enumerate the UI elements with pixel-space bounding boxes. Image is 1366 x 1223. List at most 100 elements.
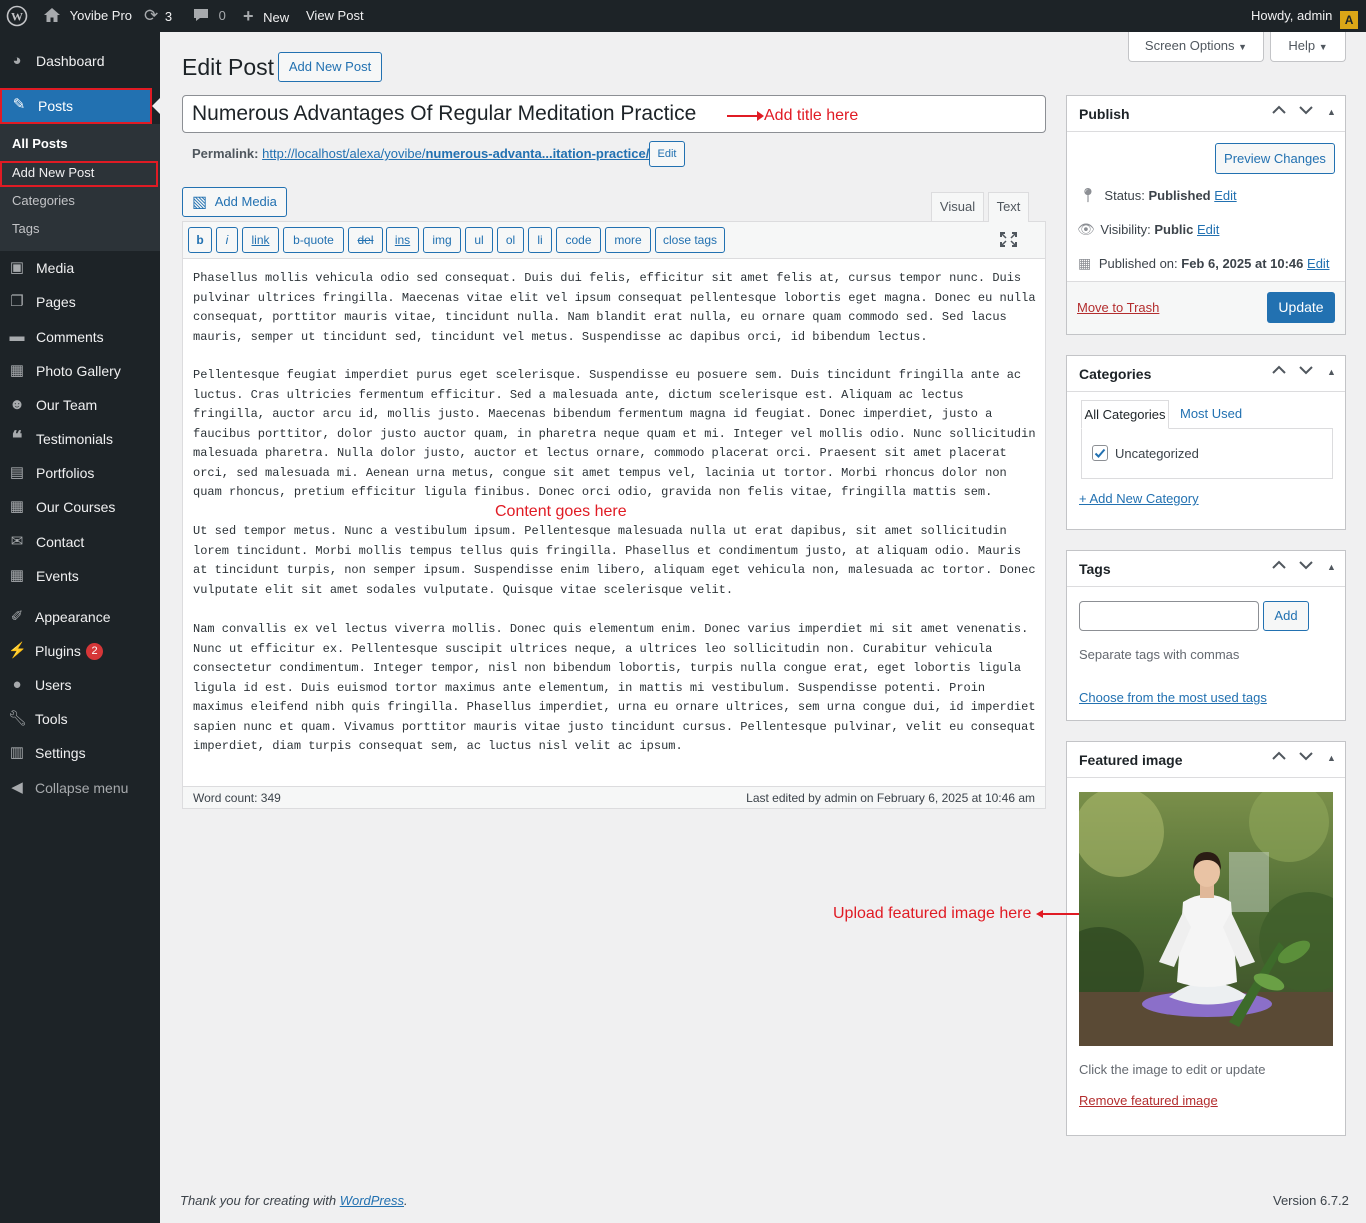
updates-link[interactable]: ⟳ 3 (144, 0, 172, 32)
wordpress-logo-icon[interactable]: W (6, 0, 28, 32)
menu-contact[interactable]: ✉ Contact (0, 525, 160, 559)
menu-portfolios[interactable]: ▤ Portfolios (0, 456, 160, 490)
menu-portfolios-label: Portfolios (36, 465, 95, 481)
quicktag-bold-button[interactable]: b (188, 227, 212, 253)
content-paragraph[interactable]: Nam convallis ex vel lectus viverra moll… (193, 620, 1038, 757)
chevron-down-icon[interactable] (1299, 751, 1313, 764)
team-icon: ☻ (9, 396, 25, 413)
quicktag-more-button[interactable]: more (605, 227, 651, 253)
menu-plugins[interactable]: ⚡ Plugins 2 (0, 634, 160, 668)
submenu-categories[interactable]: Categories (12, 193, 75, 208)
menu-pages[interactable]: ❐ Pages (0, 285, 160, 319)
post-title-input[interactable]: Numerous Advantages Of Regular Meditatio… (182, 95, 1046, 133)
site-name-link[interactable]: Yovibe Pro (44, 0, 132, 32)
published-edit-link[interactable]: Edit (1307, 256, 1329, 271)
tab-all-categories[interactable]: All Categories (1081, 400, 1169, 429)
permalink-slug: numerous-advanta...itation-practice/ (425, 146, 650, 161)
view-post-link[interactable]: View Post (306, 0, 364, 32)
chevron-up-icon[interactable] (1272, 105, 1286, 118)
howdy-user-link[interactable]: Howdy, admin A (1251, 0, 1359, 32)
chevron-up-icon[interactable] (1272, 560, 1286, 573)
menu-testimonials[interactable]: ❝ Testimonials (0, 422, 160, 456)
menu-media[interactable]: ▣ Media (0, 251, 160, 285)
status-row: 📍︎ Status: Published Edit (1079, 187, 1237, 204)
content-paragraph[interactable]: Pellentesque feugiat imperdiet purus ege… (193, 366, 1038, 503)
submenu-add-new-post[interactable]: Add New Post (12, 165, 94, 180)
quicktag-img-button[interactable]: img (423, 227, 461, 253)
submenu-all-posts[interactable]: All Posts (12, 136, 68, 151)
quicktag-link-button[interactable]: link (242, 227, 279, 253)
chevron-up-icon[interactable] (1272, 751, 1286, 764)
tab-text[interactable]: Text (988, 192, 1029, 222)
add-new-category-link[interactable]: + Add New Category (1079, 491, 1199, 506)
tab-visual[interactable]: Visual (931, 192, 984, 221)
add-new-post-button[interactable]: Add New Post (278, 52, 382, 82)
collapse-arrow-icon: ◀ (11, 779, 23, 796)
submenu-tags[interactable]: Tags (12, 221, 39, 236)
quicktag-del-button[interactable]: del (348, 227, 383, 253)
wordpress-link[interactable]: WordPress (340, 1193, 404, 1208)
published-label: Published on: (1098, 256, 1178, 271)
help-button[interactable]: Help ▼ (1270, 32, 1346, 62)
quicktag-ins-button[interactable]: ins (386, 227, 419, 253)
screen-options-label: Screen Options (1144, 38, 1235, 53)
new-content-link[interactable]: + New (243, 0, 289, 32)
chevron-up-icon[interactable] (1272, 365, 1286, 378)
screen-options-button[interactable]: Screen Options ▼ (1128, 32, 1264, 62)
update-button[interactable]: Update (1267, 292, 1335, 323)
remove-featured-image-link[interactable]: Remove featured image (1079, 1093, 1218, 1108)
add-media-button[interactable]: ▧ Add Media (182, 187, 287, 217)
menu-users-label: Users (35, 677, 72, 693)
visibility-edit-link[interactable]: Edit (1197, 222, 1219, 237)
permalink-label: Permalink: (192, 146, 259, 161)
content-paragraph[interactable]: Phasellus mollis vehicula odio sed conse… (193, 269, 1038, 347)
featured-image-thumbnail[interactable] (1079, 792, 1333, 1046)
chevron-down-icon[interactable] (1299, 560, 1313, 573)
uncategorized-checkbox[interactable] (1092, 445, 1108, 461)
menu-our-courses[interactable]: ▦ Our Courses (0, 490, 160, 524)
tab-most-used[interactable]: Most Used (1180, 406, 1242, 421)
menu-comments[interactable]: ▬ Comments (0, 320, 160, 354)
fullscreen-icon[interactable] (1000, 232, 1017, 250)
menu-appearance[interactable]: ✐ Appearance (0, 600, 160, 634)
posts-submenu: All Posts Add New Post Categories Tags (0, 124, 160, 251)
menu-our-team[interactable]: ☻ Our Team (0, 388, 160, 422)
quicktag-italic-button[interactable]: i (216, 227, 238, 253)
quicktag-code-button[interactable]: code (556, 227, 601, 253)
choose-tags-link[interactable]: Choose from the most used tags (1079, 690, 1267, 705)
move-to-trash-link[interactable]: Move to Trash (1077, 300, 1159, 315)
permalink-edit-button[interactable]: Edit (649, 141, 685, 167)
menu-events-label: Events (36, 568, 79, 584)
comments-icon: ▬ (9, 328, 25, 345)
add-tag-button[interactable]: Add (1263, 601, 1309, 631)
menu-settings[interactable]: ▥ Settings (0, 736, 160, 770)
quicktag-close-tags-button[interactable]: close tags (655, 227, 725, 253)
toggle-panel-icon[interactable]: ▲ (1327, 107, 1336, 117)
menu-posts[interactable]: ✎ Posts (0, 88, 152, 124)
visibility-value: Public (1154, 222, 1194, 237)
toggle-panel-icon[interactable]: ▲ (1327, 562, 1336, 572)
menu-dashboard[interactable]: ◕ Dashboard (0, 44, 160, 78)
menu-photo-gallery[interactable]: ▦ Photo Gallery (0, 354, 160, 388)
collapse-menu-button[interactable]: ◀ Collapse menu (0, 771, 160, 805)
menu-tools[interactable]: 🔧︎ Tools (0, 702, 160, 736)
permalink-link[interactable]: http://localhost/alexa/yovibe/numerous-a… (262, 146, 649, 161)
toggle-panel-icon[interactable]: ▲ (1327, 367, 1336, 377)
menu-users[interactable]: ● Users (0, 668, 160, 702)
comment-bubble-icon (194, 9, 208, 21)
comments-link[interactable]: 0 (193, 0, 226, 32)
preview-changes-button[interactable]: Preview Changes (1215, 143, 1335, 174)
quicktag-ul-button[interactable]: ul (465, 227, 493, 253)
menu-events[interactable]: ▦ Events (0, 559, 160, 593)
tags-box-header: Tags ▲ (1067, 551, 1345, 587)
quicktag-ol-button[interactable]: ol (497, 227, 524, 253)
published-on-row: ▦ Published on: Feb 6, 2025 at 10:46 Edi… (1078, 255, 1329, 272)
chevron-down-icon[interactable] (1299, 365, 1313, 378)
chevron-down-icon[interactable] (1299, 105, 1313, 118)
status-edit-link[interactable]: Edit (1214, 188, 1236, 203)
new-tag-input[interactable] (1079, 601, 1259, 631)
quicktag-bquote-button[interactable]: b-quote (283, 227, 344, 253)
content-paragraph[interactable]: Ut sed tempor metus. Nunc a vestibulum i… (193, 522, 1038, 600)
quicktag-li-button[interactable]: li (528, 227, 552, 253)
toggle-panel-icon[interactable]: ▲ (1327, 753, 1336, 763)
